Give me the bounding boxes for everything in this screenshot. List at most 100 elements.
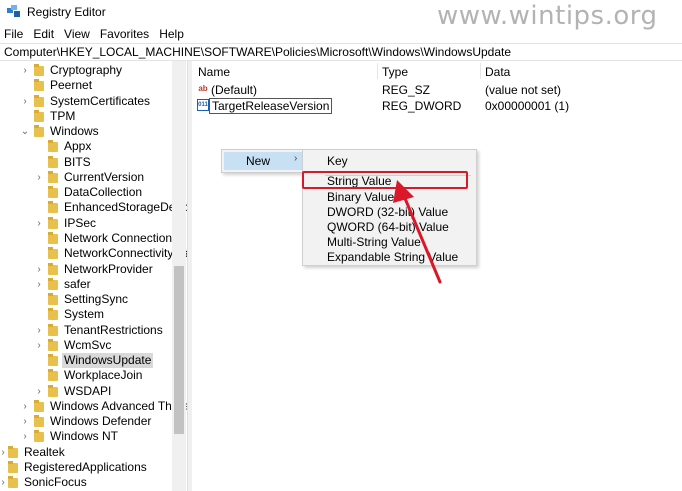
expand-arrow-icon[interactable]: › [34,262,44,277]
submenu-item-multi-string-value[interactable]: Multi-String Value [327,235,421,249]
menu-favorites[interactable]: Favorites [95,26,154,44]
tree-item-label[interactable]: CurrentVersion [64,170,144,185]
expand-arrow-icon[interactable]: › [20,429,30,444]
tree-item-label[interactable]: Peernet [50,78,92,93]
expand-arrow-icon[interactable]: › [0,445,8,460]
tree-item[interactable]: › WSDAPI [0,384,172,399]
column-header-data[interactable]: Data [485,65,510,79]
tree-item-label[interactable]: Windows [50,124,99,139]
tree-item-label[interactable]: EnhancedStorageDevic [64,200,187,215]
tree-item-label[interactable]: Network Connections [64,231,178,246]
tree-item-label[interactable]: NetworkProvider [64,262,153,277]
tree-item-label[interactable]: WcmSvc [64,338,111,353]
tree-item[interactable]: › Windows NT [0,429,172,444]
tree-item-label[interactable]: TPM [50,109,75,124]
tree-item[interactable]: › Realtek [0,445,172,460]
submenu-item-qword-value[interactable]: QWORD (64-bit) Value [327,220,449,234]
tree-item-label[interactable]: Cryptography [50,63,122,78]
tree-item[interactable]: WindowsUpdate [0,353,172,369]
column-header-name[interactable]: Name [198,65,230,79]
menu-file[interactable]: File [0,26,28,44]
column-separator[interactable] [480,63,481,79]
tree-item[interactable]: TPM [0,109,172,124]
folder-icon [48,323,58,336]
submenu-item-binary-value[interactable]: Binary Value [327,190,394,204]
tree-item-label[interactable]: Windows NT [50,429,118,444]
expand-arrow-icon[interactable]: › [20,94,30,109]
tree-item-label[interactable]: Appx [64,139,91,154]
tree-item[interactable]: SettingSync [0,292,172,307]
expand-arrow-icon[interactable]: › [20,414,30,429]
value-name-edit-field[interactable]: TargetReleaseVersion [209,98,333,114]
tree-item[interactable]: Network Connections [0,231,178,246]
tree-item-label[interactable]: Windows Defender [50,414,151,429]
tree-item[interactable]: NetworkConnectivitySta [0,246,187,261]
expand-arrow-icon[interactable]: › [34,323,44,338]
tree-item-label[interactable]: WorkplaceJoin [64,368,142,383]
tree-item-label[interactable]: Windows Advanced Threa [50,399,187,414]
tree-item-label[interactable]: BITS [64,155,91,170]
tree-item-label[interactable]: WindowsUpdate [62,353,154,369]
menu-edit[interactable]: Edit [28,26,59,44]
tree-item-label[interactable]: WSDAPI [64,384,111,399]
expand-arrow-icon[interactable]: › [34,277,44,292]
tree-item-label[interactable]: System [64,307,104,322]
tree-item[interactable]: › safer [0,277,172,292]
address-bar[interactable]: Computer\HKEY_LOCAL_MACHINE\SOFTWARE\Pol… [0,43,682,61]
registry-tree[interactable]: › Cryptography Peernet › SystemCertificates T… [0,61,187,491]
tree-item[interactable]: System [0,307,172,322]
submenu-item-key[interactable]: Key [327,154,348,168]
tree-scrollbar[interactable] [172,61,186,491]
address-path[interactable]: Computer\HKEY_LOCAL_MACHINE\SOFTWARE\Pol… [4,45,511,59]
tree-item-label[interactable]: NetworkConnectivitySta [64,246,187,261]
tree-item-label[interactable]: TenantRestrictions [64,323,163,338]
expand-arrow-icon[interactable]: › [20,399,30,414]
submenu-item-dword-value[interactable]: DWORD (32-bit) Value [327,205,448,219]
column-separator[interactable] [377,63,378,79]
tree-item[interactable]: RegisteredApplications [0,460,172,475]
tree-item[interactable]: › WcmSvc [0,338,172,353]
tree-item-label[interactable]: SettingSync [64,292,128,307]
tree-item[interactable]: › Windows Advanced Threa [0,399,187,414]
value-row-default[interactable]: ab (Default) REG_SZ (value not set) [192,82,682,98]
expand-arrow-icon[interactable]: › [0,475,8,490]
values-list[interactable]: Name Type Data ab (Default) REG_SZ (valu… [192,61,682,491]
expand-arrow-icon[interactable]: › [34,384,44,399]
tree-item-label[interactable]: IPSec [64,216,96,231]
tree-item[interactable]: WorkplaceJoin [0,368,172,383]
tree-item[interactable]: › IPSec [0,216,172,231]
tree-item[interactable]: ⌄ Windows [0,124,172,139]
tree-item-label[interactable]: DataCollection [64,185,142,200]
tree-item[interactable]: › Cryptography [0,63,172,78]
value-row-target-release-version[interactable]: 011 TargetReleaseVersion REG_DWORD 0x000… [192,98,682,114]
expand-arrow-icon[interactable]: › [20,63,30,78]
tree-item[interactable]: Peernet [0,78,172,93]
tree-item-label[interactable]: SonicFocus [24,475,87,490]
tree-item[interactable]: › NetworkProvider [0,262,172,277]
tree-item[interactable]: BITS [0,155,172,170]
expand-arrow-icon[interactable]: › [34,170,44,185]
tree-item[interactable]: › Windows Defender [0,414,172,429]
tree-item-label[interactable]: RegisteredApplications [24,460,147,475]
folder-icon [34,415,44,428]
tree-item[interactable]: Appx [0,139,172,154]
tree-item-label[interactable]: Realtek [24,445,65,460]
expand-arrow-icon[interactable]: › [34,216,44,231]
folder-icon [8,476,18,489]
collapse-arrow-icon[interactable]: ⌄ [20,124,30,139]
menu-help[interactable]: Help [154,26,189,44]
tree-item[interactable]: › SystemCertificates [0,94,172,109]
tree-scrollbar-thumb[interactable] [174,266,184,434]
tree-item[interactable]: › CurrentVersion [0,170,172,185]
tree-item[interactable]: DataCollection [0,185,172,200]
menu-view[interactable]: View [59,26,95,44]
column-header-type[interactable]: Type [382,65,408,79]
tree-item-label[interactable]: SystemCertificates [50,94,150,109]
tree-item[interactable]: › TenantRestrictions [0,323,172,338]
tree-item[interactable]: › SonicFocus [0,475,172,490]
submenu-item-expandable-string-value[interactable]: Expandable String Value [327,250,458,264]
menu-item-new-label[interactable]: New [246,154,270,168]
tree-item[interactable]: EnhancedStorageDevic [0,200,187,215]
tree-item-label[interactable]: safer [64,277,91,292]
expand-arrow-icon[interactable]: › [34,338,44,353]
